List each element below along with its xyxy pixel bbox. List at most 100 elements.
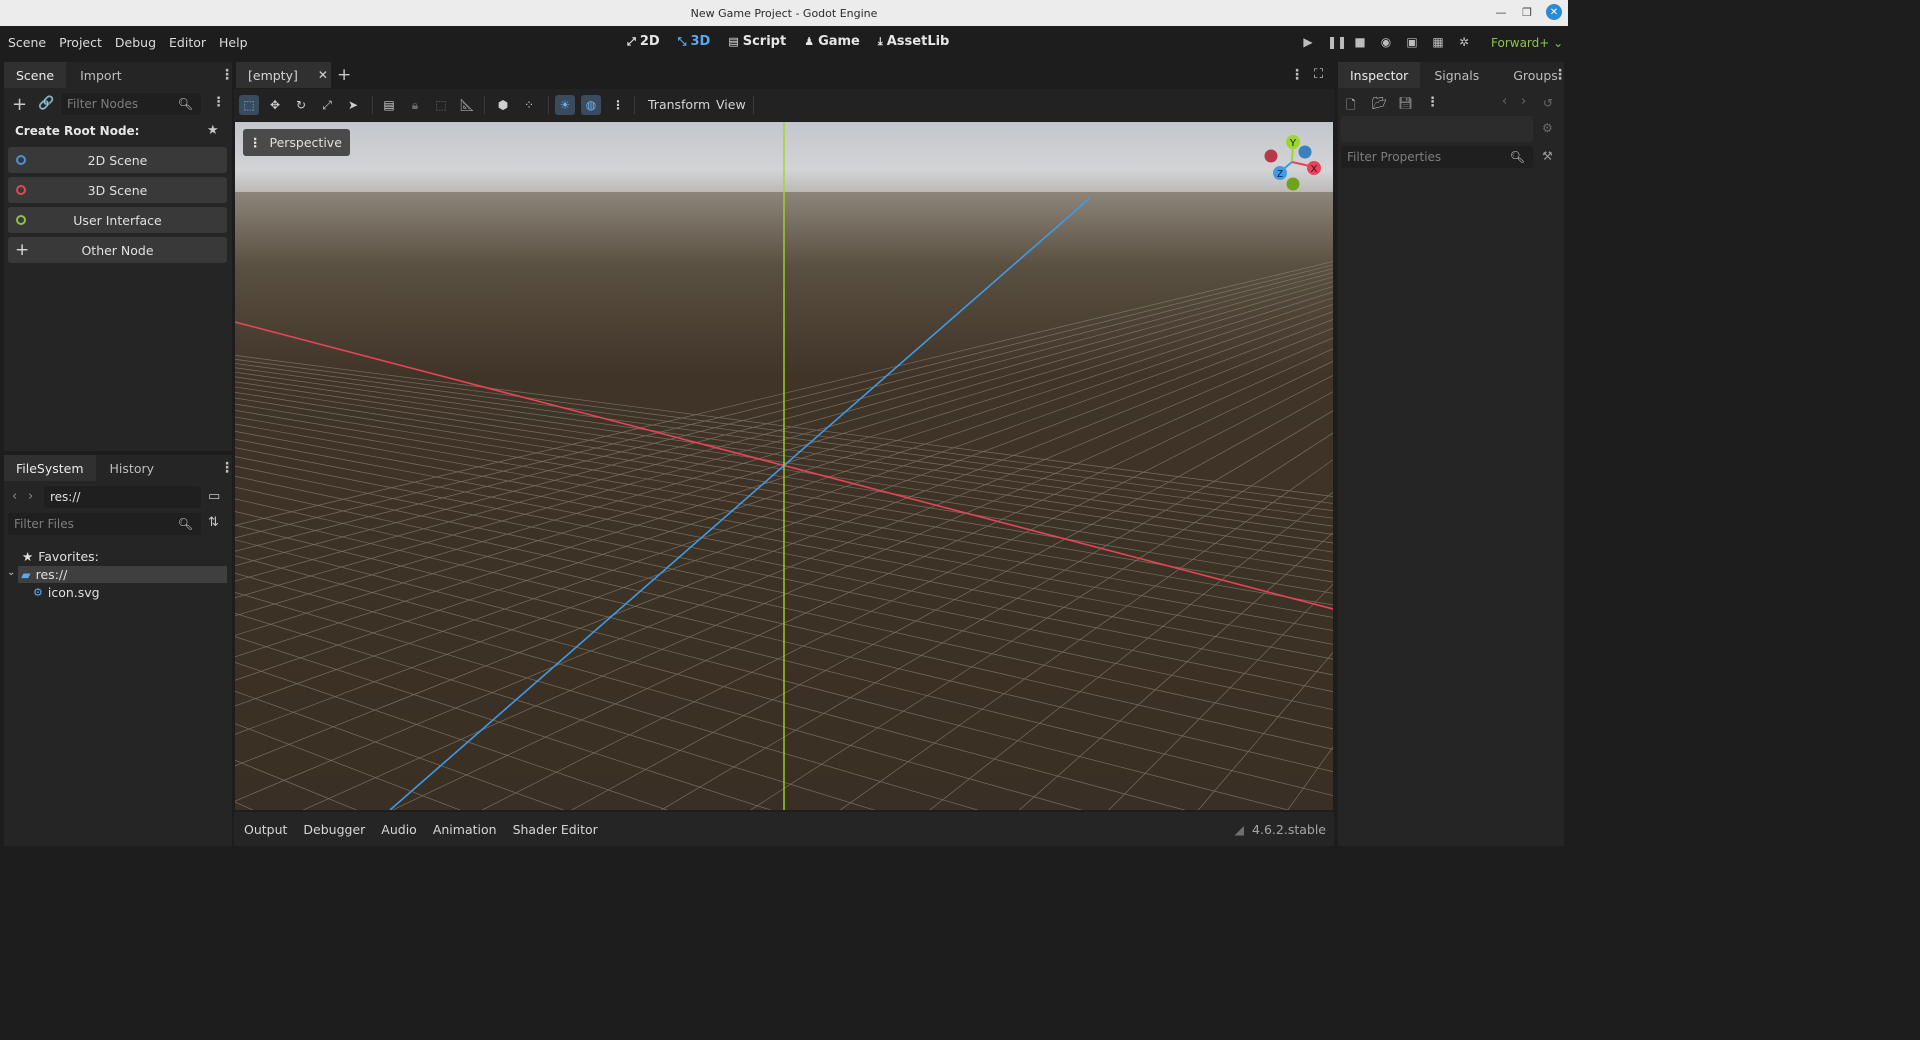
close-icon[interactable]: ✕ [318,68,328,82]
object-path-field[interactable] [1341,116,1533,142]
menu-help[interactable]: Help [219,35,248,50]
viewport-canvas[interactable] [235,122,1333,810]
chevron-down-icon: ⌄ [1553,36,1564,50]
chevron-down-icon[interactable]: ⌄ [7,567,15,578]
tab-output[interactable]: Output [244,822,287,837]
tab-signals[interactable]: Signals [1420,62,1491,88]
menu-editor[interactable]: Editor [169,35,206,50]
select-mode-icon[interactable]: ⬚ [239,95,259,115]
split-view-icon[interactable]: ▭ [208,489,220,504]
close-icon[interactable]: ✕ [1546,4,1562,20]
plus-icon: + [15,240,30,260]
minimize-icon[interactable]: — [1494,6,1508,19]
link-icon[interactable]: 🔗 [38,96,54,111]
perspective-menu-button[interactable]: ⋮ Perspective [243,129,350,156]
tab-scene[interactable]: Scene [4,62,67,88]
view-menu[interactable]: View [716,97,746,112]
scale-mode-icon[interactable]: ⤢ [317,95,337,115]
res-folder-row[interactable]: ▰ res:// [18,566,227,583]
version-label[interactable]: ◢ 4.6.2.stable [1234,822,1326,837]
play-scene-icon[interactable]: ▣ [1405,35,1419,49]
add-tab-icon[interactable]: + [337,65,351,85]
node-info-icon[interactable]: ⚙ [1542,121,1553,135]
toolbar-separator [372,96,373,114]
sun-preview-icon[interactable]: ☀ [555,95,575,115]
environment-preview-icon[interactable]: ◍ [581,95,601,115]
workspace-assetlib-button[interactable]: ⤓ AssetLib [878,34,950,49]
distraction-free-icon[interactable]: ⛶ [1314,67,1323,82]
snap-icon[interactable]: ⁘ [519,95,539,115]
3d-viewport[interactable] [235,122,1333,810]
workspace-2d-button[interactable]: ⤢ 2D [627,34,660,49]
sort-icon[interactable]: ⇅ [208,515,219,530]
ruler-icon[interactable]: 📐︎ [457,95,477,115]
list-select-icon[interactable]: ➤ [343,95,363,115]
preview-menu-icon[interactable]: ⋮ [608,95,628,115]
gizmo-neg-x-icon[interactable] [1264,149,1278,163]
object-history-icon[interactable]: ↺ [1543,96,1553,110]
pivot-icon[interactable]: ▤ [379,95,399,115]
pause-icon[interactable]: ❚❚ [1327,35,1347,49]
move-mode-icon[interactable]: ✥ [265,95,285,115]
gizmo-neg-z-icon[interactable] [1298,145,1312,159]
new-resource-icon[interactable]: 🗋 [1346,96,1356,117]
lock-icon[interactable]: 🔒︎ [405,95,425,115]
view-gizmo[interactable]: Y X Z [1258,132,1328,194]
tab-import[interactable]: Import [66,62,134,88]
filter-properties-input[interactable]: Filter Properties 🔍︎ [1341,146,1533,168]
2d-scene-button[interactable]: 2D Scene [8,147,227,173]
inspector-dock-menu-icon[interactable]: ⋮ [1553,67,1567,83]
scene-dock-menu-icon[interactable]: ⋮ [220,67,234,83]
user-interface-button[interactable]: User Interface [8,207,227,233]
workspace-game-button[interactable]: ♟ Game [804,34,860,49]
filter-nodes-input[interactable]: Filter Nodes 🔍︎ [61,93,201,115]
filesystem-path-field[interactable]: res:// [44,486,201,508]
transform-menu[interactable]: Transform [648,97,710,112]
menu-scene[interactable]: Scene [8,35,46,50]
script-icon: ▤ [728,35,739,48]
add-node-icon[interactable]: + [12,94,27,115]
folder-icon: ▰ [21,567,31,582]
play-custom-scene-icon[interactable]: ▦ [1431,35,1445,49]
movie-maker-icon[interactable]: ✲ [1457,35,1471,49]
local-space-icon[interactable]: ⬢ [493,95,513,115]
property-filter-settings-icon[interactable]: ⚒ [1542,149,1553,163]
load-resource-icon[interactable]: 📂︎ [1372,96,1387,110]
file-row[interactable]: ⚙ icon.svg [33,585,100,600]
tab-history[interactable]: History [96,455,166,481]
other-node-button[interactable]: + Other Node [8,237,227,263]
workspace-3d-button[interactable]: ⤡ 3D [678,34,711,49]
tab-shader-editor[interactable]: Shader Editor [513,822,598,837]
scene-tab-empty[interactable]: [empty] ✕ [236,62,331,88]
workspace-script-button[interactable]: ▤ Script [728,34,786,49]
menu-debug[interactable]: Debug [115,35,156,50]
remote-debug-icon[interactable]: ◉ [1379,35,1393,49]
tab-animation[interactable]: Animation [433,822,497,837]
favorites-row[interactable]: ★ Favorites: [22,549,99,564]
3d-scene-button[interactable]: 3D Scene [8,177,227,203]
search-icon: 🔍︎ [1509,150,1525,164]
stop-icon[interactable]: ■ [1353,35,1367,49]
filesystem-dock-menu-icon[interactable]: ⋮ [220,460,234,476]
renderer-select[interactable]: Forward+ ⌄ [1491,36,1563,50]
resource-menu-icon[interactable]: ⋮ [1426,95,1439,110]
forward-icon[interactable]: › [28,489,33,504]
tab-debugger[interactable]: Debugger [303,822,365,837]
save-resource-icon[interactable]: 💾︎ [1398,96,1413,110]
history-back-icon[interactable]: ‹ [1502,94,1507,109]
group-icon[interactable]: ⬚ [431,95,451,115]
tab-filesystem[interactable]: FileSystem [4,455,96,481]
play-icon[interactable]: ▶ [1301,35,1315,49]
filter-files-input[interactable]: Filter Files 🔍︎ [8,513,201,535]
scene-tree-menu-icon[interactable]: ⋮ [212,95,225,110]
tab-inspector[interactable]: Inspector [1338,62,1421,88]
back-icon[interactable]: ‹ [12,489,17,504]
maximize-icon[interactable]: ❐ [1520,6,1534,19]
gizmo-neg-y-icon[interactable] [1286,177,1300,191]
tab-audio[interactable]: Audio [381,822,417,837]
editor-tabs-menu-icon[interactable]: ⋮ [1290,67,1304,83]
history-forward-icon[interactable]: › [1521,94,1526,109]
star-icon[interactable]: ★ [207,123,219,138]
menu-project[interactable]: Project [59,35,102,50]
rotate-mode-icon[interactable]: ↻ [291,95,311,115]
